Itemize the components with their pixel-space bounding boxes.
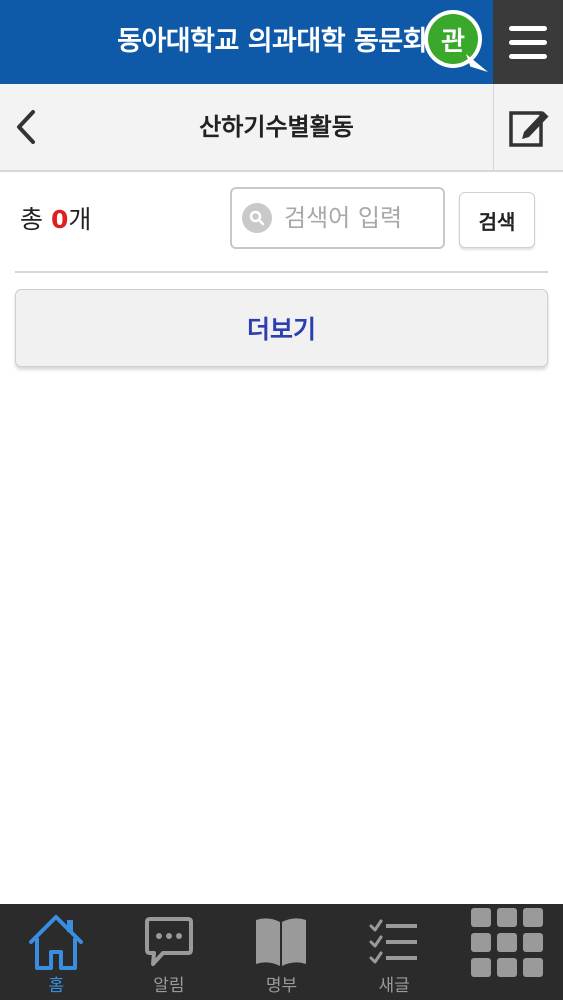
sub-header: 산하기수별활동 bbox=[0, 84, 563, 172]
nav-label-home: 홈 bbox=[48, 976, 65, 996]
nav-item-directory[interactable]: 명부 bbox=[225, 904, 338, 1000]
top-header: 동아대학교 의과대학 동문회 관 bbox=[0, 0, 563, 84]
menu-line-icon bbox=[509, 39, 547, 45]
grid-icon bbox=[470, 908, 543, 977]
page-title: 산하기수별활동 bbox=[199, 113, 354, 141]
chevron-left-icon bbox=[17, 110, 35, 144]
nav-label-directory: 명부 bbox=[265, 976, 298, 996]
hamburger-menu-button[interactable] bbox=[493, 0, 563, 84]
checklist-icon bbox=[369, 919, 418, 964]
load-more-button[interactable]: 더보기 bbox=[15, 289, 548, 367]
divider bbox=[15, 271, 548, 273]
back-button[interactable] bbox=[0, 84, 52, 170]
nav-label-notifications: 알림 bbox=[153, 976, 185, 996]
admin-badge[interactable]: 관 bbox=[424, 10, 488, 72]
menu-line-icon bbox=[509, 25, 547, 31]
admin-badge-label: 관 bbox=[428, 14, 478, 64]
menu-line-icon bbox=[509, 53, 547, 59]
count-value: 0 bbox=[50, 205, 69, 234]
search-button[interactable]: 검색 bbox=[459, 192, 535, 248]
count-suffix: 개 bbox=[68, 205, 92, 234]
nav-item-notifications[interactable]: 알림 bbox=[113, 904, 226, 1000]
app-title: 동아대학교 의과대학 동문회 bbox=[117, 26, 427, 57]
edit-icon bbox=[508, 110, 550, 147]
post-count-label: 총 0개 bbox=[20, 200, 91, 236]
chat-bubble-icon bbox=[144, 917, 193, 966]
search-input[interactable] bbox=[284, 204, 444, 232]
search-box bbox=[230, 187, 445, 249]
nav-item-home[interactable]: 홈 bbox=[0, 904, 113, 1000]
home-icon bbox=[29, 915, 84, 970]
write-post-button[interactable] bbox=[493, 84, 563, 170]
nav-item-more-apps[interactable] bbox=[450, 904, 563, 1000]
nav-label-new-posts: 새글 bbox=[378, 976, 410, 996]
bottom-nav: 홈 알림 명부 새글 bbox=[0, 904, 563, 1000]
book-icon bbox=[256, 918, 307, 966]
nav-item-new-posts[interactable]: 새글 bbox=[338, 904, 451, 1000]
count-prefix: 총 bbox=[20, 205, 51, 234]
search-icon bbox=[242, 203, 272, 233]
